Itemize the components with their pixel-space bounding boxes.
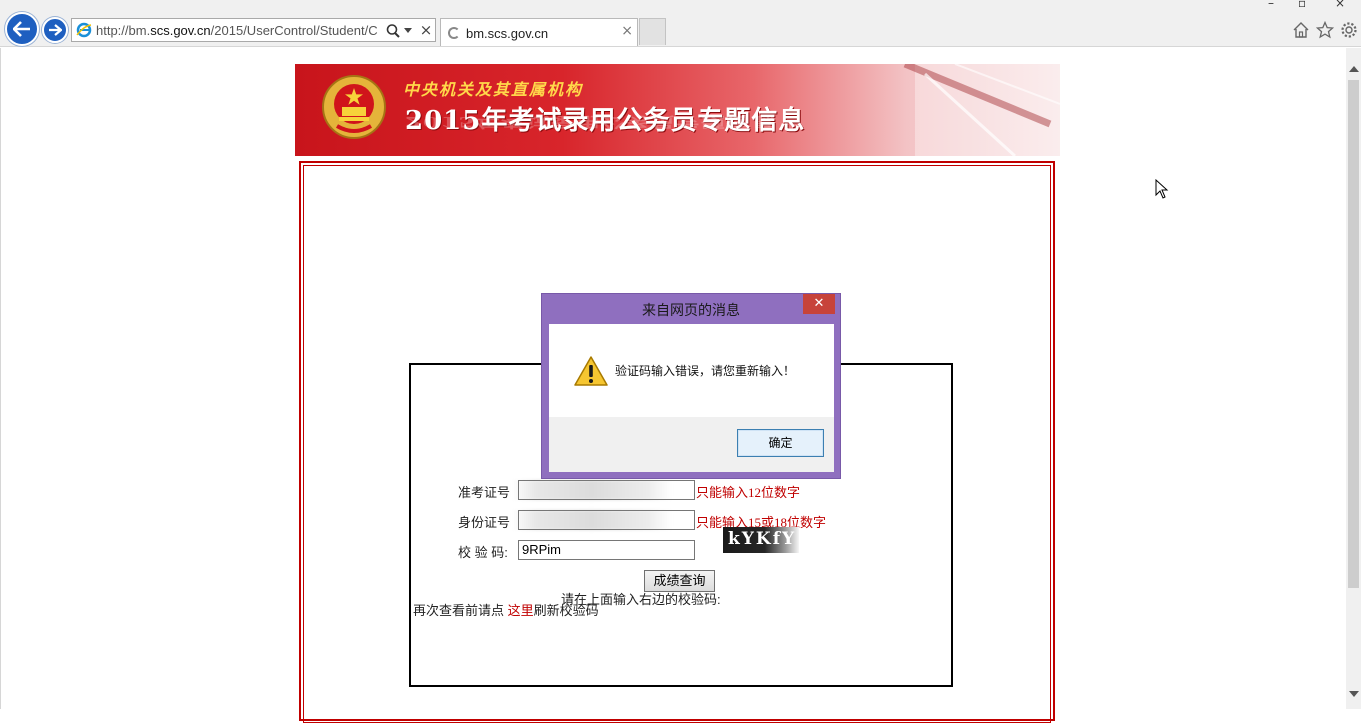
browser-chrome: http://bm.scs.gov.cn/2015/UserControl/St… bbox=[0, 0, 1361, 47]
tab-close-icon[interactable]: × bbox=[621, 23, 633, 39]
warning-icon bbox=[574, 356, 608, 386]
ok-button[interactable]: 确定 bbox=[737, 429, 824, 457]
dialog-title: 来自网页的消息 bbox=[642, 302, 740, 318]
minimize-button[interactable]: – bbox=[1268, 0, 1274, 10]
url-text[interactable]: http://bm.scs.gov.cn/2015/UserControl/St… bbox=[96, 23, 382, 39]
scrollbar-thumb[interactable] bbox=[1348, 80, 1359, 588]
favorites-star-icon[interactable] bbox=[1316, 21, 1334, 39]
dialog-message: 验证码输入错误，请您重新输入！ bbox=[615, 364, 796, 378]
verify-code-label: 校 验 码: bbox=[458, 545, 508, 560]
national-emblem-icon bbox=[322, 75, 386, 139]
refresh-prefix: 再次查看前请点 bbox=[413, 603, 508, 618]
arrow-left-icon bbox=[13, 21, 30, 37]
dropdown-arrow-icon[interactable] bbox=[404, 28, 412, 33]
dialog-body: 验证码输入错误，请您重新输入！ bbox=[549, 324, 834, 417]
pen-paper-decoration-icon bbox=[903, 64, 1060, 156]
tab-active[interactable]: bm.scs.gov.cn × bbox=[440, 18, 638, 46]
tab-title: bm.scs.gov.cn bbox=[466, 26, 549, 41]
score-query-button[interactable]: 成绩查询 bbox=[644, 570, 715, 592]
id-card-input[interactable] bbox=[518, 510, 695, 530]
verify-code-input[interactable]: 9RPim bbox=[518, 540, 695, 560]
exam-id-hint: 只能输入12位数字 bbox=[696, 485, 801, 500]
search-icon[interactable] bbox=[385, 23, 401, 39]
exam-id-input[interactable] bbox=[518, 480, 695, 500]
new-tab-button[interactable] bbox=[639, 18, 666, 45]
exam-id-label: 准考证号 bbox=[458, 485, 511, 500]
refresh-captcha-link[interactable]: 这里 bbox=[508, 603, 534, 618]
url-host: scs.gov.cn bbox=[150, 23, 211, 38]
dialog-footer: 确定 bbox=[549, 417, 834, 472]
header-banner: 中央机关及其直属机构 2015年考试录用公务员专题信息 2015年考试录用公务员… bbox=[295, 64, 1060, 156]
captcha-image[interactable]: kYKfY bbox=[723, 527, 799, 553]
home-icon[interactable] bbox=[1292, 21, 1310, 39]
address-bar[interactable]: http://bm.scs.gov.cn/2015/UserControl/St… bbox=[71, 18, 436, 42]
forward-button[interactable] bbox=[42, 17, 68, 43]
back-button[interactable] bbox=[5, 12, 39, 46]
loading-spinner-icon bbox=[448, 27, 460, 39]
arrow-right-icon bbox=[49, 24, 62, 36]
scroll-down-arrow-icon[interactable] bbox=[1349, 691, 1359, 697]
url-prefix: http://bm. bbox=[96, 23, 151, 38]
id-card-label: 身份证号 bbox=[458, 515, 511, 530]
refresh-suffix: 刷新校验码 bbox=[533, 603, 599, 618]
url-path: /2015/UserControl/Student/C bbox=[210, 23, 378, 38]
alert-dialog: 来自网页的消息 ✕ 验证码输入错误，请您重新输入！ 确定 bbox=[541, 293, 841, 479]
mouse-cursor-icon bbox=[1155, 179, 1169, 199]
refresh-captcha-line: 再次查看前请点 这里刷新校验码 bbox=[413, 600, 599, 619]
gear-icon[interactable] bbox=[1340, 21, 1358, 39]
stop-icon[interactable]: × bbox=[417, 20, 435, 40]
dialog-close-button[interactable]: ✕ bbox=[803, 294, 835, 314]
banner-subtitle: 中央机关及其直属机构 bbox=[403, 80, 584, 99]
maximize-button[interactable]: ▫ bbox=[1298, 0, 1306, 10]
ie-logo-icon bbox=[76, 22, 92, 38]
vertical-scrollbar[interactable] bbox=[1346, 48, 1361, 709]
banner-title-reflection: 2015年考试录用公务员专题信息 bbox=[405, 113, 776, 131]
window-close-button[interactable]: × bbox=[1335, 0, 1345, 10]
scroll-up-arrow-icon[interactable] bbox=[1349, 66, 1359, 72]
